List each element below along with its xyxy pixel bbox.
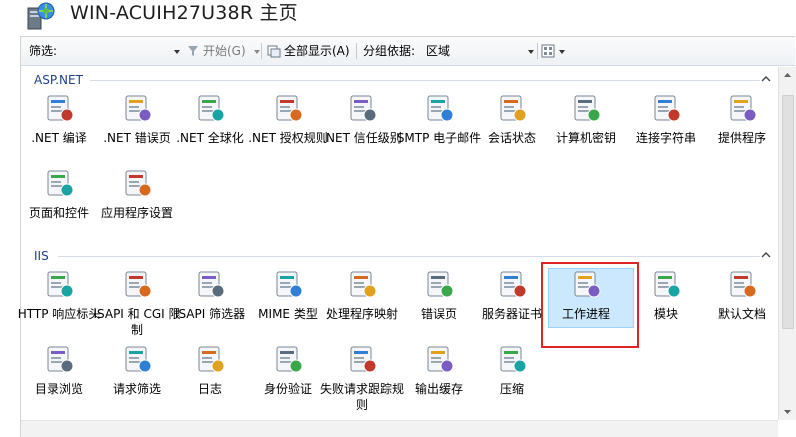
filter-toolbar: 筛选: 开始(G) 全部显示(A) 分组依据: 区域 [21,37,795,66]
mime-types-icon [276,271,303,298]
dotnet-globalization-icon [198,95,225,122]
funnel-icon [188,46,198,56]
feature-label: HTTP 响应标头 [17,307,101,321]
feature-label: ISAPI 筛选器 [174,307,246,321]
authentication-icon [276,346,303,373]
toolbar-separator [261,43,262,59]
application-settings-icon [125,170,152,197]
http-response-headers-icon [47,271,74,298]
show-all-button[interactable]: 全部显示(A) [284,37,350,65]
collapse-chevron-icon[interactable] [760,249,772,261]
compression-icon [500,346,527,373]
output-caching-icon [427,346,454,373]
feature-label: 默认文档 [717,307,766,321]
filter-dropdown-arrow-icon[interactable] [174,50,180,54]
failed-request-tracing-icon [350,346,377,373]
toolbar-separator [356,43,357,59]
view-icon[interactable] [541,44,555,58]
group-by-label: 分组依据: [363,44,416,58]
server-certificates-icon [500,271,527,298]
providers-icon [730,95,757,122]
modules-icon [654,271,681,298]
scroll-down-icon[interactable] [779,403,796,420]
feature-label: 计算机密钥 [555,131,616,145]
default-document-icon [730,271,757,298]
feature-label: .NET 全球化 [176,131,244,145]
horizontal-scrollbar[interactable] [21,420,778,437]
feature-label: 目录浏览 [34,382,83,396]
isapi-cgi-restrictions-icon [125,271,152,298]
isapi-filters-icon [198,271,225,298]
title-bar: WIN-ACUIH27U38R 主页 [0,0,796,34]
logging-icon [198,346,225,373]
dotnet-authorization-rules-icon [276,95,303,122]
feature-label: 日志 [197,382,222,396]
toolbar-separator [537,43,538,59]
scroll-up-icon[interactable] [779,67,796,84]
dotnet-trust-levels-icon [350,95,377,122]
group-by-select[interactable]: 区域 [426,37,450,65]
filter-label: 筛选: [29,44,58,58]
view-dropdown-arrow-icon[interactable] [559,50,565,54]
directory-browsing-icon [47,346,74,373]
group-divider [58,256,760,257]
dotnet-error-pages-icon [125,95,152,122]
feature-label: 压缩 [499,382,524,396]
group-header-iis: IIS [34,249,49,263]
collapse-chevron-icon[interactable] [760,73,772,85]
request-filtering-icon [125,346,152,373]
page-title: WIN-ACUIH27U38R 主页 [70,2,298,24]
feature-label: 工作进程 [561,307,610,321]
pages-controls-icon [47,170,74,197]
handler-mappings-icon [350,271,377,298]
dotnet-compilation-icon [47,95,74,122]
feature-label: 应用程序设置 [100,206,173,220]
go-button[interactable]: 开始(G) [203,37,246,65]
feature-label: .NET 编译 [31,131,87,145]
error-pages-icon [427,271,454,298]
server-icon [27,2,55,30]
show-all-icon [267,45,281,58]
machine-key-icon [574,95,601,122]
worker-processes-icon [574,271,601,298]
group-by-dropdown-arrow-icon[interactable] [528,50,534,54]
feature-label: 页面和控件 [28,206,89,220]
feature-label: 提供程序 [717,131,766,145]
session-state-icon [500,95,527,122]
connection-strings-icon [654,95,681,122]
group-divider [90,80,760,81]
go-dropdown-arrow-icon[interactable] [254,50,260,54]
vertical-scrollbar[interactable] [778,67,796,420]
smtp-email-icon [427,95,454,122]
group-header-aspnet: ASP.NET [34,73,83,87]
